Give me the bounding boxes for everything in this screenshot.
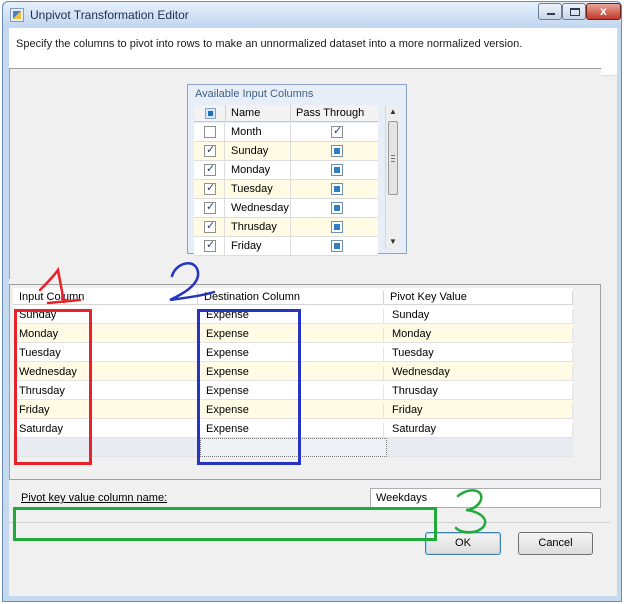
available-column-name: Sunday (231, 145, 269, 157)
header-name: Name (231, 107, 261, 119)
maximize-icon (570, 8, 580, 16)
scroll-thumb[interactable] (388, 121, 398, 195)
pivot-key-input[interactable] (370, 488, 601, 508)
pivot-key-value-cell[interactable]: Tuesday (392, 347, 434, 359)
minimize-icon (547, 13, 555, 15)
maximize-button[interactable] (562, 3, 586, 20)
select-column-checkbox[interactable] (204, 162, 216, 176)
app-icon (10, 8, 24, 22)
pivot-key-row: Pivot key value column name: (9, 486, 601, 508)
pivot-key-value-cell[interactable]: Sunday (392, 309, 429, 321)
window-title: Unpivot Transformation Editor (30, 8, 189, 22)
available-column-row[interactable]: Sunday (194, 142, 378, 161)
annotation-red-box (14, 309, 92, 465)
select-column-checkbox[interactable] (204, 200, 216, 214)
header-pass-through: Pass Through (296, 107, 365, 119)
instruction-text: Specify the columns to pivot into rows t… (16, 38, 523, 50)
close-button[interactable]: x (586, 3, 621, 20)
pivot-key-value-cell[interactable]: Friday (392, 404, 423, 416)
annotation-blue-box (197, 309, 301, 465)
available-columns-title: Available Input Columns (195, 88, 314, 100)
available-column-name: Tuesday (231, 183, 273, 195)
pass-through-checkbox[interactable] (331, 164, 343, 176)
available-column-row[interactable]: Month (194, 123, 378, 142)
pass-through-checkbox[interactable] (331, 221, 343, 233)
column-mapping-grid-panel: Input Column Destination Column Pivot Ke… (9, 284, 601, 480)
available-column-name: Month (231, 126, 262, 138)
available-columns-scrollbar[interactable]: ▲ ▼ (385, 105, 399, 249)
title-bar[interactable]: Unpivot Transformation Editor x (3, 2, 621, 28)
pass-through-checkbox[interactable] (331, 202, 343, 214)
header-input-column: Input Column (19, 291, 85, 303)
header-destination-column: Destination Column (204, 291, 300, 303)
select-column-checkbox[interactable] (204, 181, 216, 195)
pass-through-checkbox[interactable] (331, 240, 343, 252)
available-column-row[interactable]: Monday (194, 161, 378, 180)
available-input-columns-box[interactable]: Available Input Columns Name Pass Throug… (187, 84, 407, 256)
available-column-name: Friday (231, 240, 262, 252)
header-pivot-key-value: Pivot Key Value (390, 291, 467, 303)
close-icon: x (600, 4, 607, 18)
grid-header: Input Column Destination Column Pivot Ke… (13, 288, 573, 308)
pivot-key-value-cell[interactable]: Thrusday (392, 385, 438, 397)
available-column-row[interactable]: Wednesday (194, 199, 378, 218)
available-column-name: Thrusday (231, 221, 277, 233)
select-all-checkbox[interactable] (205, 108, 216, 119)
annotation-green-box (13, 507, 437, 541)
available-column-row[interactable]: Tuesday (194, 180, 378, 199)
scroll-down-icon[interactable]: ▼ (386, 235, 400, 249)
select-column-checkbox[interactable] (204, 143, 216, 157)
minimize-button[interactable] (538, 3, 562, 20)
pivot-key-value-cell[interactable]: Wednesday (392, 366, 450, 378)
pivot-key-label: Pivot key value column name: (21, 492, 168, 504)
available-columns-header: Name Pass Through (194, 105, 378, 122)
available-column-name: Monday (231, 164, 271, 176)
select-column-checkbox[interactable] (204, 219, 216, 233)
pass-through-checkbox[interactable] (331, 183, 343, 195)
scroll-up-icon[interactable]: ▲ (386, 105, 400, 119)
pivot-key-value-cell[interactable]: Saturday (392, 423, 436, 435)
available-column-name: Wednesday (231, 202, 289, 214)
available-column-row[interactable]: Friday (194, 237, 378, 256)
pivot-key-value-cell[interactable]: Monday (392, 328, 431, 340)
cancel-button[interactable]: Cancel (518, 532, 593, 555)
available-columns-list: Month Sunday Monday Tuesday Wednesday Thrusda… (194, 123, 378, 256)
pass-through-checkbox[interactable] (331, 145, 343, 157)
pass-through-checkbox[interactable] (331, 124, 343, 138)
select-column-checkbox[interactable] (204, 126, 216, 138)
select-column-checkbox[interactable] (204, 238, 216, 252)
available-column-row[interactable]: Thrusday (194, 218, 378, 237)
